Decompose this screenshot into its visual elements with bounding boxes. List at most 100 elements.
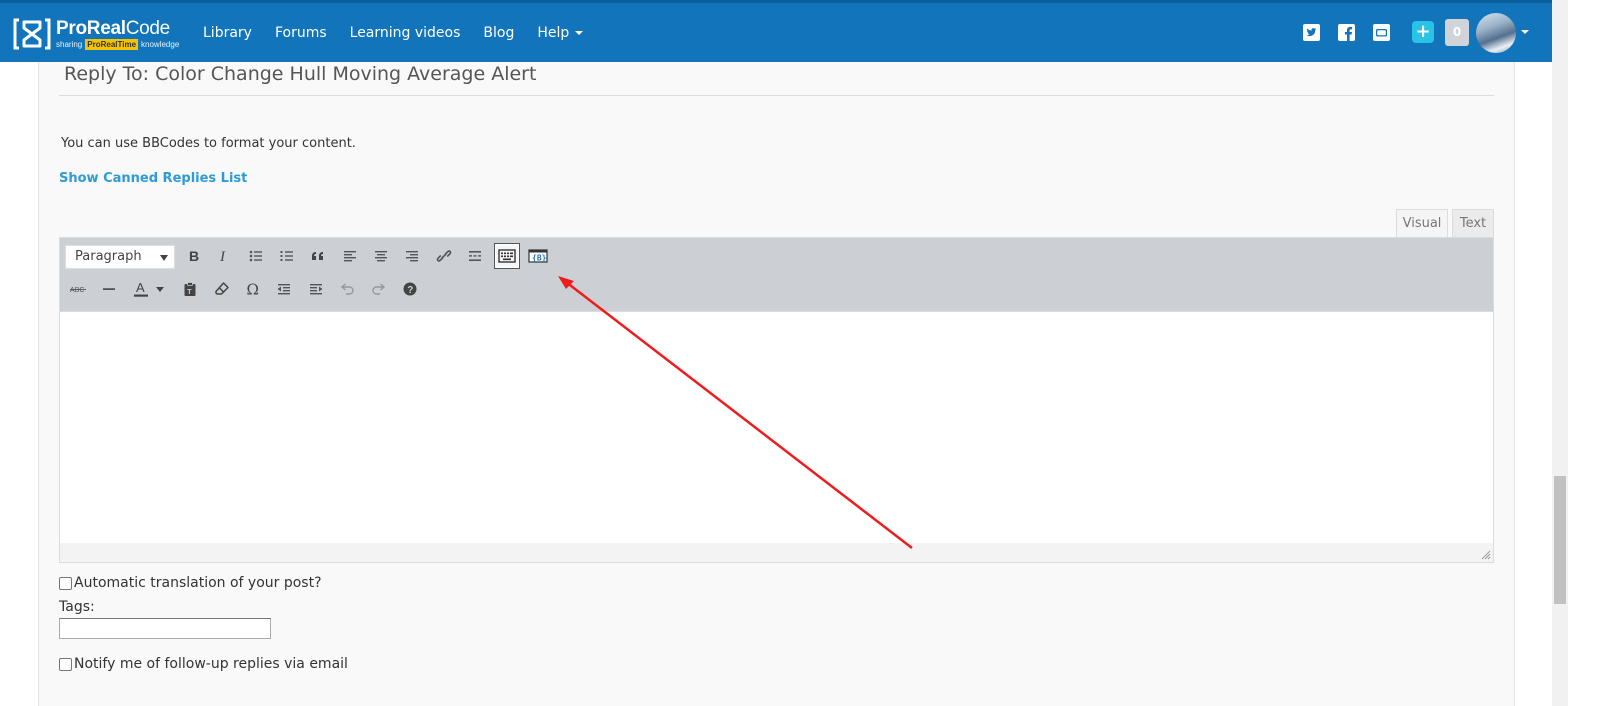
italic-icon: I [219,249,226,264]
svg-text:ABC: ABC [70,287,84,294]
tags-label: Tags: [59,599,95,615]
main-nav: Library Forums Learning videos Blog Help [203,3,606,62]
logo-tagline: sharing ProRealTime knowledge [56,38,180,50]
insert-link-button[interactable] [431,243,457,269]
chevron-down-icon [575,30,584,35]
notify-checkbox[interactable] [59,657,72,671]
indent-button[interactable] [303,276,329,302]
nav-learning-videos[interactable]: Learning videos [350,25,461,41]
svg-text:{B}: {B} [532,254,547,263]
code-block-icon: {B} [528,249,548,263]
align-left-icon [344,251,356,262]
scrollbar-thumb[interactable] [1554,476,1566,604]
logo-text: ProRealCode sharing ProRealTime knowledg… [56,17,180,50]
nav-library[interactable]: Library [203,25,252,41]
tagline-pre: sharing [56,39,83,49]
chevron-down-icon [160,255,168,261]
logo-title: ProRealCode [56,17,179,39]
special-character-button[interactable]: Ω [240,276,266,302]
tab-visual[interactable]: Visual [1396,209,1448,237]
reply-form-legend: Reply To: Color Change Hull Moving Avera… [64,63,539,85]
paragraph-format-select[interactable]: Paragraph [65,245,175,269]
new-post-button[interactable]: + [1412,21,1434,43]
nav-help-label: Help [537,24,570,41]
tagline-highlight: ProRealTime [85,38,139,50]
auto-translate-checkbox[interactable] [59,576,72,590]
outdent-button[interactable] [271,276,297,302]
auto-translate-row: Automatic translation of your post? [59,575,322,591]
tab-text[interactable]: Text [1452,209,1494,237]
link-icon [436,250,452,262]
tags-input[interactable] [59,618,271,639]
horizontal-line-button[interactable] [96,276,122,302]
bbcode-note: You can use BBCodes to format your conte… [61,136,356,151]
numbered-list-button[interactable] [274,243,300,269]
bulleted-list-icon [249,250,262,262]
notify-row: Notify me of follow-up replies via email [59,656,348,672]
canned-replies-link[interactable]: Show Canned Replies List [59,171,247,186]
logo-title-bold: ProReal [56,17,126,39]
read-more-icon [469,251,481,261]
svg-text:B: B [189,248,199,264]
undo-button[interactable] [334,276,360,302]
strikethrough-button[interactable]: ABC [65,276,91,302]
redo-button[interactable] [366,276,392,302]
site-logo[interactable]: ProRealCode sharing ProRealTime knowledg… [12,13,179,55]
facebook-icon[interactable] [1338,24,1355,41]
resize-grip-icon[interactable] [1481,550,1491,560]
page: ProRealCode sharing ProRealTime knowledg… [0,0,1598,706]
logo-mark-icon [13,18,51,50]
toolbar-toggle-icon [498,249,516,263]
redo-icon [372,283,386,295]
align-center-icon [375,251,387,262]
bulleted-list-button[interactable] [243,243,269,269]
read-more-button[interactable] [462,243,488,269]
paste-as-text-button[interactable]: T [177,276,203,302]
indent-icon [310,284,323,295]
twitter-icon[interactable] [1303,24,1320,41]
toolbar-toggle-button[interactable] [494,243,520,269]
special-character-icon: Ω [247,281,259,297]
text-color-icon: A [134,280,148,297]
italic-button[interactable]: I [211,243,237,269]
clear-formatting-button[interactable] [209,276,235,302]
bold-button[interactable]: B [180,243,206,269]
chevron-down-icon [156,286,164,292]
text-color-dropdown[interactable] [152,276,168,302]
svg-text:I: I [219,249,226,264]
youtube-icon[interactable] [1373,24,1390,41]
text-color-button[interactable]: A [128,276,154,302]
svg-text:T: T [187,289,192,296]
paste-as-text-icon: T [184,282,196,296]
svg-text:A: A [136,280,145,295]
chevron-down-icon[interactable] [1521,30,1529,34]
code-block-button[interactable]: {B} [525,243,551,269]
blockquote-button[interactable] [305,243,331,269]
editor-statusbar [59,543,1494,563]
strikethrough-icon: ABC [70,287,86,294]
align-left-button[interactable] [337,243,363,269]
blockquote-icon [312,252,323,260]
reply-editor-area[interactable] [59,311,1494,543]
top-navbar: ProRealCode sharing ProRealTime knowledg… [0,0,1568,62]
align-center-button[interactable] [368,243,394,269]
svg-text:Ω: Ω [247,281,259,297]
notification-count-badge[interactable]: 0 [1445,19,1469,46]
auto-translate-label: Automatic translation of your post? [74,575,322,591]
notify-label: Notify me of follow-up replies via email [74,656,348,672]
format-select-value: Paragraph [75,249,142,264]
align-right-button[interactable] [399,243,425,269]
outdent-icon [277,284,290,295]
bold-icon: B [189,248,199,264]
svg-text:?: ? [407,285,413,296]
nav-help[interactable]: Help [537,24,584,41]
clear-formatting-icon [215,282,229,295]
logo-title-light: Code [125,17,171,39]
align-right-icon [406,251,418,262]
nav-forums[interactable]: Forums [275,25,327,41]
undo-icon [340,283,354,295]
avatar[interactable] [1476,13,1516,53]
help-button[interactable]: ? [397,276,423,302]
nav-blog[interactable]: Blog [483,25,514,41]
tagline-post: knowledge [141,39,180,49]
